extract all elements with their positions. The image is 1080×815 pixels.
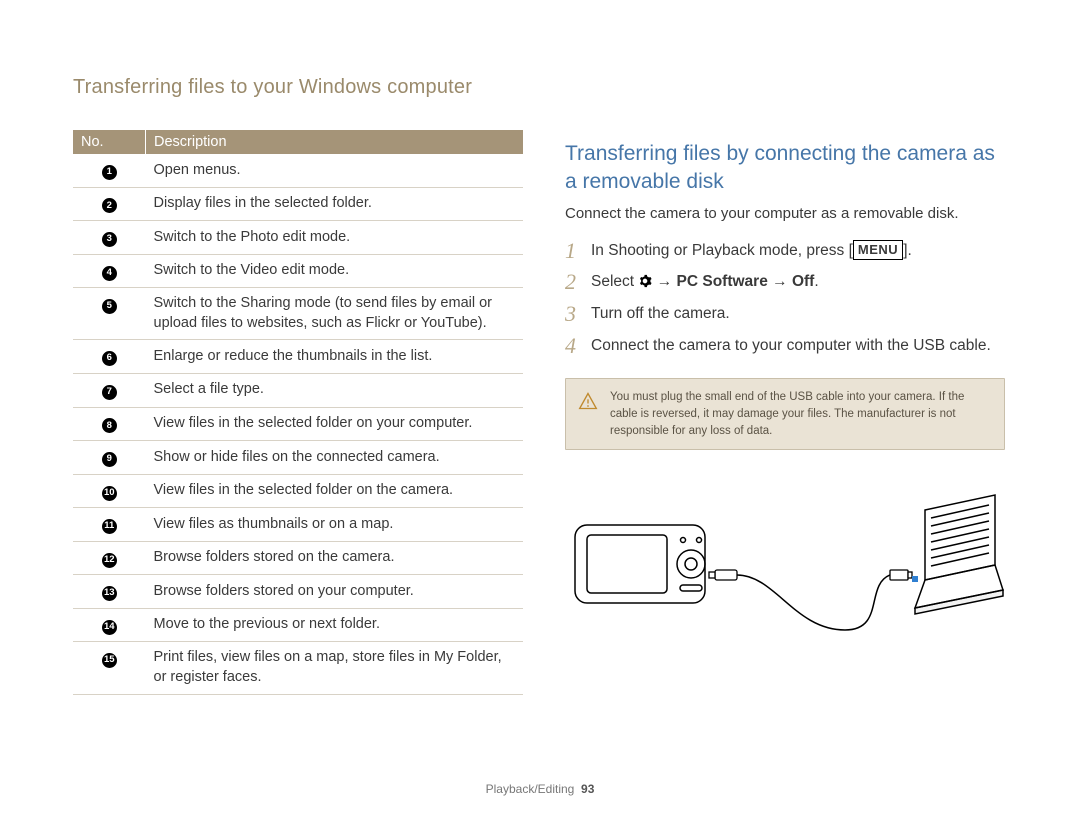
step-3: Turn off the camera. (565, 303, 1005, 325)
step-1: In Shooting or Playback mode, press [MEN… (565, 240, 1005, 262)
menu-button-icon: MENU (853, 240, 903, 260)
row-number-icon: 13 (102, 586, 117, 601)
row-desc: Move to the previous or next folder. (146, 608, 524, 642)
step-4: Connect the camera to your computer with… (565, 335, 1005, 357)
right-column: Transferring files by connecting the cam… (565, 140, 1005, 655)
row-number-icon: 4 (102, 266, 117, 281)
row-number-icon: 8 (102, 418, 117, 433)
step-1-post: ]. (903, 242, 912, 259)
row-number-icon: 14 (102, 620, 117, 635)
row-number-icon: 15 (102, 653, 117, 668)
footer-page-number: 93 (581, 782, 594, 796)
step-1-pre: In Shooting or Playback mode, press [ (591, 242, 853, 259)
table-row: 4 Switch to the Video edit mode. (73, 254, 523, 288)
table-row: 5 Switch to the Sharing mode (to send fil… (73, 288, 523, 340)
row-number-icon: 11 (102, 519, 117, 534)
warning-icon (578, 391, 598, 417)
table-head-desc: Description (146, 130, 524, 154)
table-row: 2 Display files in the selected folder. (73, 187, 523, 221)
table-row: 3 Switch to the Photo edit mode. (73, 221, 523, 255)
description-table-container: No. Description 1 Open menus. 2 Display fi… (73, 130, 523, 695)
table-head-no: No. (73, 130, 146, 154)
row-desc: Browse folders stored on your computer. (146, 575, 524, 609)
arrow-icon: → (768, 273, 792, 290)
steps-list: In Shooting or Playback mode, press [MEN… (565, 240, 1005, 357)
step-2-pc-software: PC Software (677, 273, 768, 290)
row-desc: Show or hide files on the connected came… (146, 441, 524, 475)
row-number-icon: 2 (102, 198, 117, 213)
table-row: 14 Move to the previous or next folder. (73, 608, 523, 642)
row-number-icon: 7 (102, 385, 117, 400)
gear-icon (638, 273, 652, 290)
note-text: You must plug the small end of the USB c… (610, 391, 964, 436)
row-desc: View files as thumbnails or on a map. (146, 508, 524, 542)
table-row: 7 Select a file type. (73, 373, 523, 407)
arrow-icon: → (652, 273, 676, 290)
row-number-icon: 6 (102, 351, 117, 366)
step-2-pre: Select (591, 273, 638, 290)
row-number-icon: 12 (102, 553, 117, 568)
row-desc: Display files in the selected folder. (146, 187, 524, 221)
description-table: No. Description 1 Open menus. 2 Display fi… (73, 130, 523, 695)
caution-note: You must plug the small end of the USB c… (565, 378, 1005, 450)
row-number-icon: 5 (102, 299, 117, 314)
table-row: 10 View files in the selected folder on t… (73, 474, 523, 508)
table-row: 1 Open menus. (73, 154, 523, 187)
page-footer: Playback/Editing 93 (0, 782, 1080, 796)
page-title: Transferring files to your Windows compu… (73, 76, 472, 99)
step-2: Select → PC Software → Off. (565, 271, 1005, 293)
row-desc: Switch to the Photo edit mode. (146, 221, 524, 255)
row-number-icon: 1 (102, 165, 117, 180)
row-desc: Switch to the Video edit mode. (146, 254, 524, 288)
camera-usb-laptop-illustration (565, 480, 1005, 655)
table-row: 8 View files in the selected folder on yo… (73, 407, 523, 441)
table-row: 6 Enlarge or reduce the thumbnails in the… (73, 340, 523, 374)
row-number-icon: 3 (102, 232, 117, 247)
table-row: 11 View files as thumbnails or on a map. (73, 508, 523, 542)
step-2-period: . (814, 273, 818, 290)
section-heading: Transferring files by connecting the cam… (565, 140, 1005, 197)
row-desc: Print files, view files on a map, store … (146, 642, 524, 694)
table-row: 13 Browse folders stored on your computer… (73, 575, 523, 609)
row-desc: Select a file type. (146, 373, 524, 407)
row-desc: Enlarge or reduce the thumbnails in the … (146, 340, 524, 374)
row-number-icon: 9 (102, 452, 117, 467)
footer-section: Playback/Editing (486, 782, 575, 796)
section-intro: Connect the camera to your computer as a… (565, 205, 1005, 222)
table-row: 12 Browse folders stored on the camera. (73, 541, 523, 575)
row-desc: View files in the selected folder on you… (146, 407, 524, 441)
row-desc: Open menus. (146, 154, 524, 187)
row-desc: Switch to the Sharing mode (to send file… (146, 288, 524, 340)
table-row: 9 Show or hide files on the connected cam… (73, 441, 523, 475)
step-2-off: Off (792, 273, 814, 290)
row-number-icon: 10 (102, 486, 117, 501)
row-desc: Browse folders stored on the camera. (146, 541, 524, 575)
table-row: 15 Print files, view files on a map, stor… (73, 642, 523, 694)
row-desc: View files in the selected folder on the… (146, 474, 524, 508)
